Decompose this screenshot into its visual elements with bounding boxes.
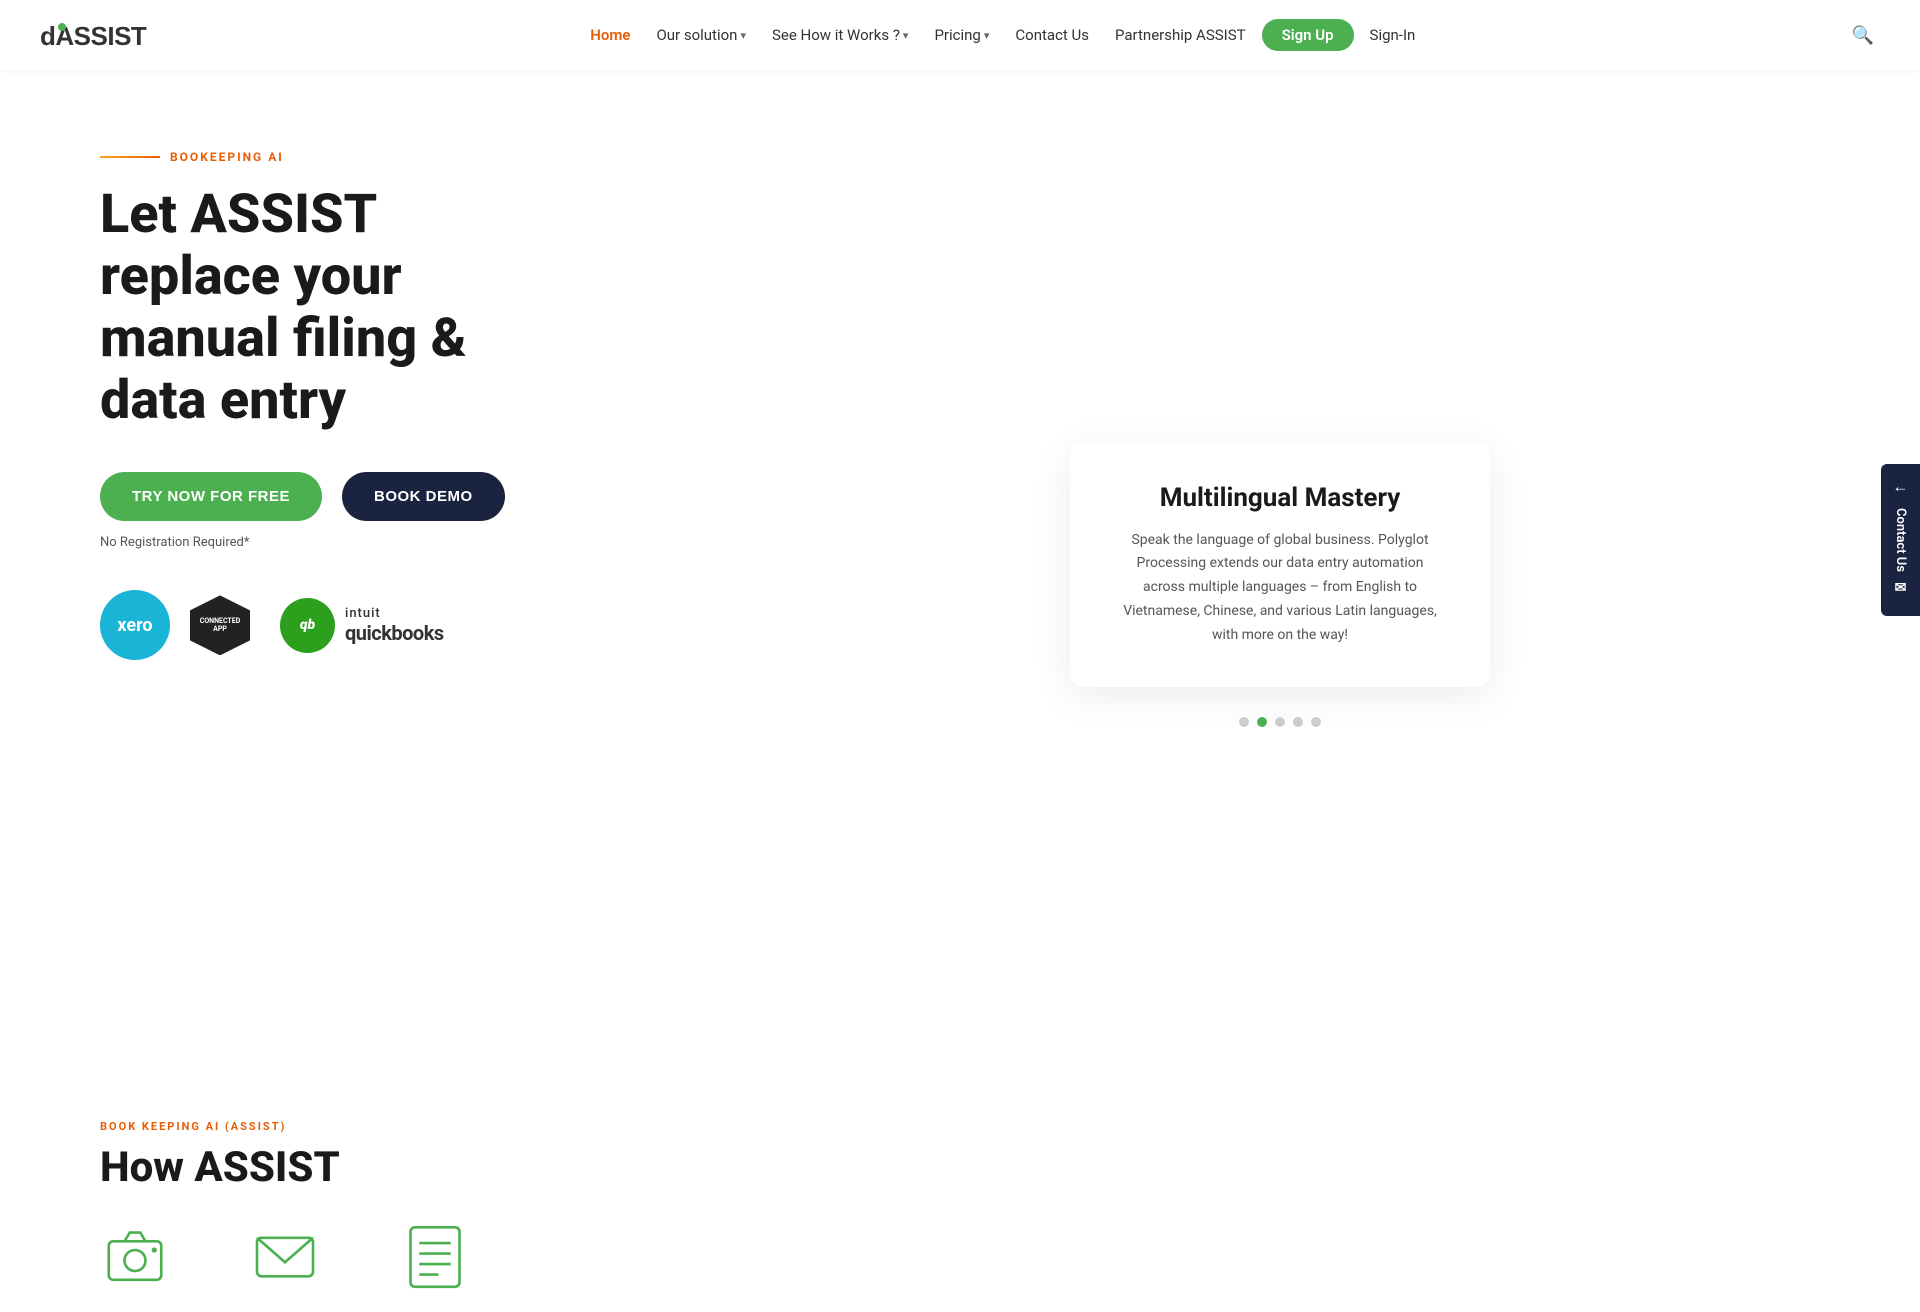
section-label: BOOK KEEPING AI (ASSIST)	[100, 1120, 1820, 1133]
slider-dots	[1070, 717, 1490, 727]
dot-3[interactable]	[1275, 717, 1285, 727]
dot-5[interactable]	[1311, 717, 1321, 727]
intuit-label: intuit	[345, 606, 444, 621]
badge-text: BOOKEEPING AI	[170, 150, 284, 164]
navbar: dASSIST Home Our solution ▾ See How it W…	[0, 0, 1920, 70]
search-icon[interactable]: 🔍	[1846, 19, 1880, 52]
card-title: Multilingual Mastery	[1120, 483, 1440, 513]
sidebar-contact-label: Contact Us	[1893, 508, 1908, 572]
quickbooks-label: quickbooks	[345, 621, 444, 645]
xero-connected-badge: CONNECTED APP	[190, 595, 250, 655]
sidebar-envelope-icon: ✉	[1893, 580, 1909, 596]
signin-link[interactable]: Sign-In	[1360, 20, 1426, 50]
icons-row	[100, 1222, 1820, 1292]
hero-logos: xero CONNECTED APP qb intuit quickbooks	[100, 590, 720, 660]
icon-camera	[100, 1222, 170, 1292]
qb-text: intuit quickbooks	[345, 606, 444, 645]
bottom-section: BOOK KEEPING AI (ASSIST) How ASSIST	[0, 1080, 1920, 1312]
nav-item-home[interactable]: Home	[580, 20, 640, 50]
hero-badge: BOOKEEPING AI	[100, 150, 720, 164]
icon-envelope	[250, 1222, 320, 1292]
dot-4[interactable]	[1293, 717, 1303, 727]
svg-text:dASSIST: dASSIST	[40, 21, 147, 51]
card-description: Speak the language of global business. P…	[1120, 529, 1440, 648]
book-demo-button[interactable]: BOOK DEMO	[342, 472, 505, 521]
hero-left: BOOKEEPING AI Let ASSIST replace your ma…	[100, 130, 720, 1040]
quickbooks-logo: qb intuit quickbooks	[280, 598, 444, 653]
dot-2[interactable]	[1257, 717, 1267, 727]
nav-item-solution[interactable]: Our solution ▾	[646, 20, 756, 50]
multilingual-card: Multilingual Mastery Speak the language …	[1070, 443, 1490, 688]
sidebar-contact[interactable]: → Contact Us ✉	[1881, 464, 1920, 616]
hero-title: Let ASSIST replace your manual filing & …	[100, 184, 720, 432]
nav-item-contact[interactable]: Contact Us	[1005, 20, 1099, 50]
qb-circle: qb	[280, 598, 335, 653]
icon-document	[400, 1222, 470, 1292]
hero-buttons: TRY NOW FOR FREE BOOK DEMO	[100, 472, 720, 521]
nav-item-partnership[interactable]: Partnership ASSIST	[1105, 20, 1256, 50]
badge-line	[100, 156, 160, 158]
xero-logo: xero	[100, 590, 170, 660]
logo[interactable]: dASSIST	[40, 17, 160, 53]
nav-links: Home Our solution ▾ See How it Works ? ▾…	[580, 19, 1425, 51]
nav-item-pricing[interactable]: Pricing ▾	[924, 20, 999, 50]
try-now-button[interactable]: TRY NOW FOR FREE	[100, 472, 322, 521]
signup-button[interactable]: Sign Up	[1262, 19, 1354, 51]
dot-1[interactable]	[1239, 717, 1249, 727]
hero-section: BOOKEEPING AI Let ASSIST replace your ma…	[0, 70, 1920, 1080]
section-title: How ASSIST	[100, 1143, 1820, 1192]
nav-item-how-works[interactable]: See How it Works ? ▾	[762, 20, 918, 50]
hero-right: Multilingual Mastery Speak the language …	[720, 130, 1840, 1040]
sidebar-arrow: →	[1893, 482, 1909, 501]
no-registration-text: No Registration Required*	[100, 535, 720, 550]
